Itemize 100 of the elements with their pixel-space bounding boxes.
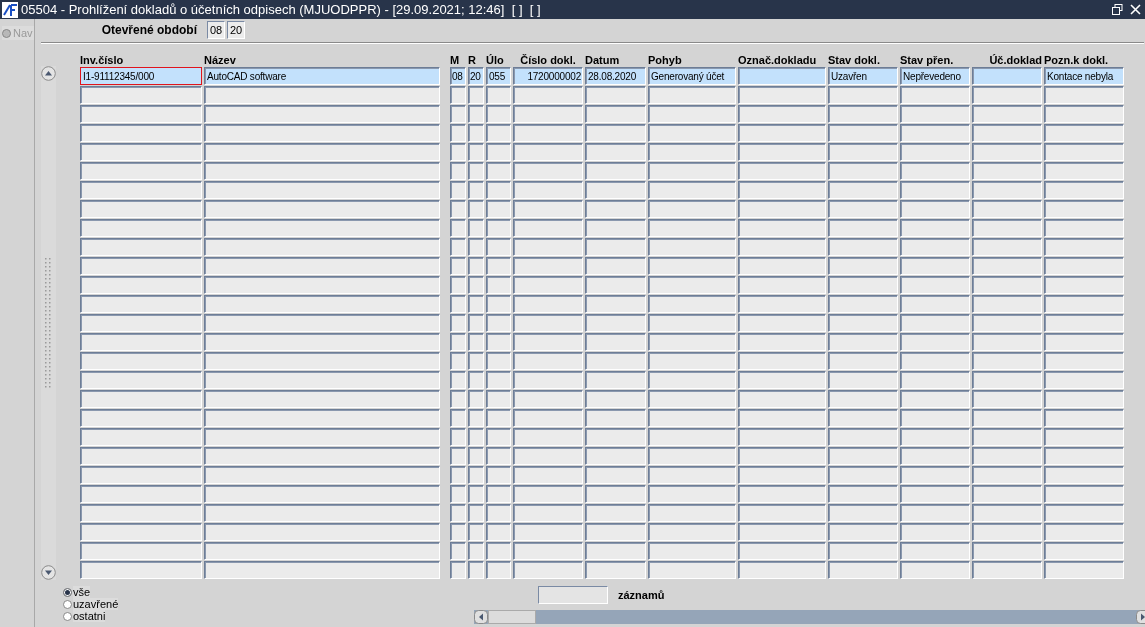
table-cell[interactable] <box>513 333 583 351</box>
table-cell[interactable] <box>738 200 826 218</box>
table-cell[interactable]: Kontace nebyla <box>1044 67 1124 85</box>
table-cell[interactable] <box>204 390 440 408</box>
table-cell[interactable] <box>486 238 511 256</box>
table-cell[interactable] <box>513 124 583 142</box>
table-cell[interactable] <box>468 352 484 370</box>
table-cell[interactable] <box>513 523 583 541</box>
table-cell[interactable] <box>648 333 736 351</box>
table-cell[interactable] <box>585 143 646 161</box>
table-cell[interactable] <box>204 105 440 123</box>
table-cell[interactable] <box>513 390 583 408</box>
table-cell[interactable] <box>738 105 826 123</box>
table-cell[interactable] <box>648 86 736 104</box>
table-cell[interactable] <box>648 124 736 142</box>
table-cell[interactable] <box>648 409 736 427</box>
table-cell[interactable] <box>738 504 826 522</box>
scroll-thumb[interactable] <box>488 610 536 624</box>
table-cell[interactable] <box>738 86 826 104</box>
table-cell[interactable] <box>513 428 583 446</box>
table-cell[interactable] <box>468 105 484 123</box>
table-cell[interactable] <box>450 257 466 275</box>
table-cell[interactable] <box>648 143 736 161</box>
table-cell[interactable] <box>900 561 970 579</box>
table-cell[interactable] <box>204 542 440 560</box>
table-cell[interactable] <box>972 124 1042 142</box>
table-cell[interactable] <box>80 409 202 427</box>
table-cell[interactable] <box>486 276 511 294</box>
table-cell[interactable] <box>1044 561 1124 579</box>
table-cell[interactable] <box>204 447 440 465</box>
table-cell[interactable] <box>486 333 511 351</box>
table-cell[interactable] <box>1044 485 1124 503</box>
table-cell[interactable] <box>900 162 970 180</box>
table-cell[interactable] <box>486 409 511 427</box>
table-cell[interactable] <box>738 238 826 256</box>
table-cell[interactable] <box>738 428 826 446</box>
table-cell[interactable] <box>1044 181 1124 199</box>
table-cell[interactable] <box>486 295 511 313</box>
table-cell[interactable] <box>513 504 583 522</box>
table-cell[interactable] <box>1044 200 1124 218</box>
table-cell[interactable]: 28.08.2020 <box>585 67 646 85</box>
table-cell[interactable] <box>585 542 646 560</box>
table-cell[interactable] <box>513 371 583 389</box>
table-cell[interactable] <box>486 542 511 560</box>
table-cell[interactable] <box>486 352 511 370</box>
table-cell[interactable] <box>204 485 440 503</box>
table-cell[interactable] <box>80 200 202 218</box>
table-cell[interactable] <box>972 352 1042 370</box>
restore-icon[interactable] <box>1112 4 1123 15</box>
table-cell[interactable] <box>648 162 736 180</box>
table-cell[interactable] <box>900 523 970 541</box>
table-cell[interactable] <box>486 219 511 237</box>
table-cell[interactable] <box>972 466 1042 484</box>
table-cell[interactable] <box>900 105 970 123</box>
table-cell[interactable] <box>828 200 898 218</box>
table-cell[interactable] <box>450 276 466 294</box>
table-cell[interactable] <box>450 238 466 256</box>
table-cell[interactable] <box>204 409 440 427</box>
table-cell[interactable] <box>1044 428 1124 446</box>
table-cell[interactable] <box>738 390 826 408</box>
table-cell[interactable] <box>486 485 511 503</box>
table-cell[interactable] <box>450 162 466 180</box>
table-cell[interactable] <box>585 276 646 294</box>
table-cell[interactable] <box>450 219 466 237</box>
table-cell[interactable] <box>648 295 736 313</box>
table-cell[interactable] <box>972 86 1042 104</box>
table-cell[interactable]: 08 <box>450 67 466 85</box>
table-cell[interactable] <box>513 485 583 503</box>
table-cell[interactable] <box>513 466 583 484</box>
table-cell[interactable] <box>204 504 440 522</box>
table-cell[interactable] <box>80 295 202 313</box>
table-cell[interactable] <box>1044 238 1124 256</box>
table-cell[interactable] <box>468 276 484 294</box>
table-cell[interactable] <box>1044 542 1124 560</box>
table-cell[interactable] <box>450 447 466 465</box>
table-cell[interactable] <box>828 105 898 123</box>
table-cell[interactable] <box>972 200 1042 218</box>
table-cell[interactable] <box>1044 162 1124 180</box>
table-cell[interactable] <box>900 428 970 446</box>
table-cell[interactable] <box>1044 105 1124 123</box>
table-cell[interactable] <box>80 485 202 503</box>
table-cell[interactable] <box>828 561 898 579</box>
table-cell[interactable] <box>204 238 440 256</box>
table-cell[interactable] <box>450 124 466 142</box>
table-cell[interactable] <box>828 143 898 161</box>
table-cell[interactable] <box>1044 371 1124 389</box>
table-cell[interactable] <box>486 447 511 465</box>
table-cell[interactable] <box>450 333 466 351</box>
table-cell[interactable] <box>513 447 583 465</box>
table-cell[interactable] <box>828 390 898 408</box>
table-cell[interactable] <box>738 485 826 503</box>
table-cell[interactable] <box>585 504 646 522</box>
table-cell[interactable] <box>828 314 898 332</box>
table-cell[interactable] <box>900 276 970 294</box>
table-cell[interactable] <box>585 371 646 389</box>
table-cell[interactable] <box>738 523 826 541</box>
table-cell[interactable] <box>486 466 511 484</box>
table-cell[interactable] <box>972 314 1042 332</box>
table-cell[interactable] <box>585 333 646 351</box>
table-cell[interactable] <box>513 352 583 370</box>
